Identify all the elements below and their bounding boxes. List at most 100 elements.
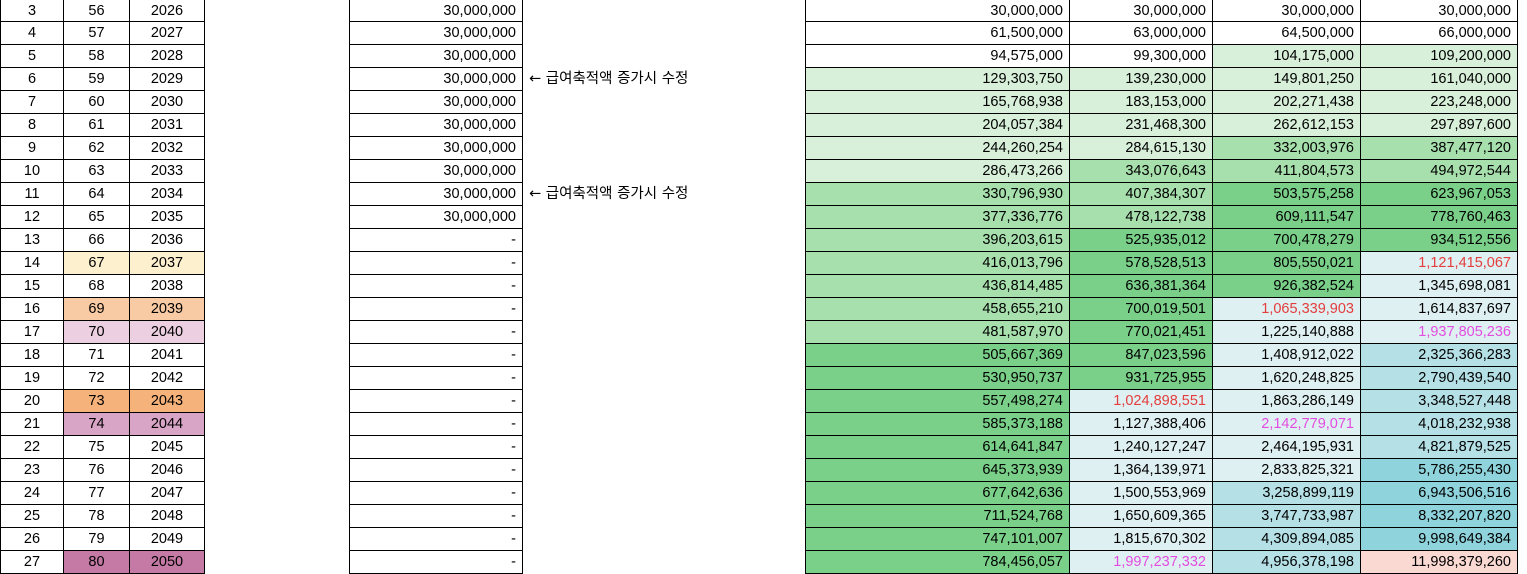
age-cell[interactable]: 68 [64, 275, 130, 298]
year-cell[interactable]: 2033 [130, 160, 205, 183]
row-index-cell[interactable]: 12 [0, 206, 64, 229]
year-cell[interactable]: 2028 [130, 45, 205, 68]
year-cell[interactable]: 2030 [130, 91, 205, 114]
projection-cell[interactable]: 926,382,524 [1213, 275, 1361, 298]
projection-cell[interactable]: 747,101,007 [805, 528, 1070, 551]
age-cell[interactable]: 62 [64, 137, 130, 160]
projection-cell[interactable]: 505,667,369 [805, 344, 1070, 367]
year-cell[interactable]: 2044 [130, 413, 205, 436]
age-cell[interactable]: 61 [64, 114, 130, 137]
projection-cell[interactable]: 784,456,057 [805, 551, 1070, 574]
projection-cell[interactable]: 5,786,255,430 [1361, 459, 1518, 482]
year-cell[interactable]: 2046 [130, 459, 205, 482]
projection-cell[interactable]: 2,464,195,931 [1213, 436, 1361, 459]
projection-cell[interactable]: 623,967,053 [1361, 183, 1518, 206]
projection-cell[interactable]: 3,258,899,119 [1213, 482, 1361, 505]
projection-cell[interactable]: 578,528,513 [1070, 252, 1213, 275]
deposit-cell[interactable]: - [349, 482, 523, 505]
projection-cell[interactable]: 645,373,939 [805, 459, 1070, 482]
projection-cell[interactable]: 129,303,750 [805, 68, 1070, 91]
projection-cell[interactable]: 609,111,547 [1213, 206, 1361, 229]
deposit-cell[interactable]: - [349, 229, 523, 252]
projection-cell[interactable]: 478,122,738 [1070, 206, 1213, 229]
projection-cell[interactable]: 61,500,000 [805, 22, 1070, 45]
row-index-cell[interactable]: 6 [0, 68, 64, 91]
projection-cell[interactable]: 805,550,021 [1213, 252, 1361, 275]
projection-cell[interactable]: 2,790,439,540 [1361, 367, 1518, 390]
row-index-cell[interactable]: 11 [0, 183, 64, 206]
year-cell[interactable]: 2048 [130, 505, 205, 528]
projection-cell[interactable]: 8,332,207,820 [1361, 505, 1518, 528]
deposit-cell[interactable]: - [349, 459, 523, 482]
age-cell[interactable]: 58 [64, 45, 130, 68]
row-index-cell[interactable]: 14 [0, 252, 64, 275]
projection-cell[interactable]: 64,500,000 [1213, 22, 1361, 45]
projection-cell[interactable]: 1,620,248,825 [1213, 367, 1361, 390]
projection-cell[interactable]: 63,000,000 [1070, 22, 1213, 45]
projection-cell[interactable]: 1,345,698,081 [1361, 275, 1518, 298]
age-cell[interactable]: 63 [64, 160, 130, 183]
projection-cell[interactable]: 387,477,120 [1361, 137, 1518, 160]
projection-cell[interactable]: 557,498,274 [805, 390, 1070, 413]
projection-cell[interactable]: 4,956,378,198 [1213, 551, 1361, 574]
row-index-cell[interactable]: 22 [0, 436, 64, 459]
deposit-cell[interactable]: - [349, 390, 523, 413]
projection-cell[interactable]: 244,260,254 [805, 137, 1070, 160]
row-index-cell[interactable]: 17 [0, 321, 64, 344]
age-cell[interactable]: 74 [64, 413, 130, 436]
projection-cell[interactable]: 104,175,000 [1213, 45, 1361, 68]
row-index-cell[interactable]: 26 [0, 528, 64, 551]
deposit-cell[interactable]: 30,000,000 [349, 114, 523, 137]
age-cell[interactable]: 64 [64, 183, 130, 206]
year-cell[interactable]: 2039 [130, 298, 205, 321]
projection-cell[interactable]: 30,000,000 [1070, 0, 1213, 22]
projection-cell[interactable]: 94,575,000 [805, 45, 1070, 68]
projection-cell[interactable]: 458,655,210 [805, 298, 1070, 321]
projection-cell[interactable]: 931,725,955 [1070, 367, 1213, 390]
row-index-cell[interactable]: 20 [0, 390, 64, 413]
age-cell[interactable]: 77 [64, 482, 130, 505]
projection-cell[interactable]: 1,121,415,067 [1361, 252, 1518, 275]
year-cell[interactable]: 2026 [130, 0, 205, 22]
year-cell[interactable]: 2043 [130, 390, 205, 413]
projection-cell[interactable]: 700,019,501 [1070, 298, 1213, 321]
projection-cell[interactable]: 494,972,544 [1361, 160, 1518, 183]
age-cell[interactable]: 75 [64, 436, 130, 459]
deposit-cell[interactable]: - [349, 298, 523, 321]
age-cell[interactable]: 72 [64, 367, 130, 390]
row-index-cell[interactable]: 13 [0, 229, 64, 252]
projection-cell[interactable]: 1,650,609,365 [1070, 505, 1213, 528]
deposit-cell[interactable]: 30,000,000 [349, 0, 523, 22]
age-cell[interactable]: 70 [64, 321, 130, 344]
projection-cell[interactable]: 286,473,266 [805, 160, 1070, 183]
projection-cell[interactable]: 1,614,837,697 [1361, 298, 1518, 321]
projection-cell[interactable]: 585,373,188 [805, 413, 1070, 436]
deposit-cell[interactable]: - [349, 551, 523, 574]
age-cell[interactable]: 57 [64, 22, 130, 45]
age-cell[interactable]: 66 [64, 229, 130, 252]
projection-cell[interactable]: 2,142,779,071 [1213, 413, 1361, 436]
projection-cell[interactable]: 1,240,127,247 [1070, 436, 1213, 459]
projection-cell[interactable]: 109,200,000 [1361, 45, 1518, 68]
projection-cell[interactable]: 770,021,451 [1070, 321, 1213, 344]
row-index-cell[interactable]: 23 [0, 459, 64, 482]
year-cell[interactable]: 2036 [130, 229, 205, 252]
deposit-cell[interactable]: 30,000,000 [349, 206, 523, 229]
deposit-cell[interactable]: 30,000,000 [349, 68, 523, 91]
projection-cell[interactable]: 4,821,879,525 [1361, 436, 1518, 459]
deposit-cell[interactable]: 30,000,000 [349, 183, 523, 206]
deposit-cell[interactable]: 30,000,000 [349, 137, 523, 160]
deposit-cell[interactable]: - [349, 321, 523, 344]
year-cell[interactable]: 2029 [130, 68, 205, 91]
row-index-cell[interactable]: 19 [0, 367, 64, 390]
projection-cell[interactable]: 30,000,000 [1213, 0, 1361, 22]
deposit-cell[interactable]: 30,000,000 [349, 160, 523, 183]
age-cell[interactable]: 78 [64, 505, 130, 528]
deposit-cell[interactable]: - [349, 275, 523, 298]
row-index-cell[interactable]: 3 [0, 0, 64, 22]
deposit-cell[interactable]: - [349, 367, 523, 390]
projection-cell[interactable]: 3,348,527,448 [1361, 390, 1518, 413]
year-cell[interactable]: 2031 [130, 114, 205, 137]
deposit-cell[interactable]: 30,000,000 [349, 22, 523, 45]
projection-cell[interactable]: 139,230,000 [1070, 68, 1213, 91]
